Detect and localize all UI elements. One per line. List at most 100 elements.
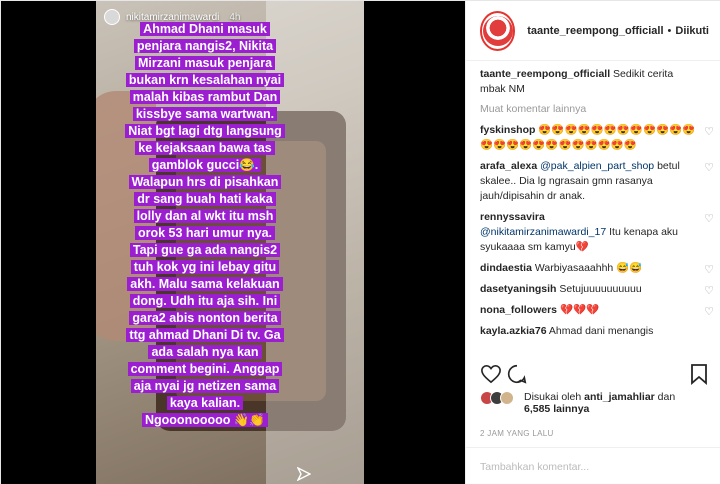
comment-item: dasetyaningsih Setujuuuuuuuuuu ♡ xyxy=(480,282,714,297)
comment-item: rennyssavira @nikitamirzanimawardi_17 It… xyxy=(480,210,714,255)
caption-line: aja nyai jg netizen sama xyxy=(101,378,309,395)
account-logo xyxy=(482,15,513,46)
comment-item: fyskinshop 😍😍😍😍😍😍😍😍😍😍😍😍😍😍😍😍😍😍😍😍😍😍😍😍 ♡ xyxy=(480,123,714,153)
comment-like-icon[interactable]: ♡ xyxy=(704,263,714,278)
comment-text: Ahmad dani menangis xyxy=(548,325,654,337)
caption-line-text: aja nyai jg netizen sama xyxy=(130,379,280,393)
caption-line-text: kaya kalian. xyxy=(166,396,244,410)
caption-line-text: Ngooonooooo 👋👏 xyxy=(142,413,268,427)
story-caption: Ahmad Dhani masuk penjara nangis2, Nikita… xyxy=(101,21,309,429)
comment-username[interactable]: nona_followers xyxy=(480,304,557,316)
caption-line-text: ttg ahmad Dhani Di tv. Ga xyxy=(126,328,284,342)
caption-line: Ngooonooooo 👋👏 xyxy=(101,412,309,429)
add-comment-bar[interactable]: Tambahkan komentar... xyxy=(466,447,720,484)
likes-summary: Disukai oleh anti_jamahliar dan 6,585 la… xyxy=(480,391,714,415)
caption-line-text: Ahmad Dhani masuk xyxy=(140,22,270,36)
comment-like-icon[interactable]: ♡ xyxy=(704,284,714,299)
caption-line-text: bukan krn kesalahan nyai xyxy=(125,73,285,87)
post-header: taante_reempong_officiall • Diikuti xyxy=(466,1,720,61)
caption-line: dr sang buah hati kaka xyxy=(101,191,309,208)
comments-list: taante_reempong_officiall Sedikit cerita… xyxy=(480,67,714,353)
comment-username[interactable]: arafa_alexa xyxy=(480,160,537,172)
post-panel: taante_reempong_officiall • Diikuti taan… xyxy=(465,1,720,484)
comment-text: Setujuuuuuuuuuu xyxy=(559,283,642,295)
post-media[interactable]: nikitamirzanimawardi 4h Ahmad Dhani masu… xyxy=(1,1,465,484)
likes-count[interactable]: 6,585 lainnya xyxy=(524,403,589,415)
caption-line-text: comment begini. Anggap xyxy=(127,362,283,376)
comment-username[interactable]: fyskinshop xyxy=(480,124,535,136)
caption-line-text: lolly dan al wkt itu msh xyxy=(133,209,277,223)
heart-outline-icon[interactable] xyxy=(478,361,504,387)
likes-prefix: Disukai oleh xyxy=(524,391,582,403)
comment-mention[interactable]: @nikitamirzanimawardi_17 xyxy=(480,226,606,238)
post-timestamp: 2 JAM YANG LALU xyxy=(480,429,554,438)
caption-line-text: tuh kok yg ini lebay gitu xyxy=(130,260,280,274)
caption-line-text: Walapun hrs di pisahkan xyxy=(128,175,282,189)
liker-avatar xyxy=(500,391,514,405)
comment-bubble-icon[interactable] xyxy=(504,361,530,387)
caption-line-text: Tapi gue ga ada nangis2 xyxy=(129,243,281,257)
caption-line-text: dong. Udh itu aja sih. Ini xyxy=(129,294,281,308)
comment-username[interactable]: kayla.azkia76 xyxy=(480,325,547,337)
add-comment-input[interactable]: Tambahkan komentar... xyxy=(480,461,589,473)
comment-like-icon[interactable]: ♡ xyxy=(704,212,714,227)
load-more-comments[interactable]: Muat komentar lainnya xyxy=(480,103,714,115)
comment-mention[interactable]: @pak_alpien_part_shop xyxy=(540,160,654,172)
comment-like-icon[interactable]: ♡ xyxy=(704,305,714,320)
caption-line: ke kejaksaan bawa tas xyxy=(101,140,309,157)
comment-username[interactable]: rennyssavira xyxy=(480,211,545,223)
comment-like-icon[interactable]: ♡ xyxy=(704,125,714,140)
caption-line: Niat bgt lagi dtg langsung xyxy=(101,123,309,140)
caption-line: Ahmad Dhani masuk xyxy=(101,21,309,38)
follow-status-button[interactable]: Diikuti xyxy=(675,25,709,37)
caption-line: ada salah nya kan xyxy=(101,344,309,361)
bookmark-icon[interactable] xyxy=(686,361,712,387)
caption-line: bukan krn kesalahan nyai xyxy=(101,72,309,89)
comment-item: dindaestia Warbiyasaaahhh 😅😅 ♡ xyxy=(480,261,714,276)
likes-joiner: dan xyxy=(657,391,676,403)
account-avatar[interactable] xyxy=(480,10,516,51)
liker-avatars[interactable] xyxy=(480,391,514,405)
comment-like-icon[interactable]: ♡ xyxy=(704,161,714,176)
caption-line-text: dr sang buah hati kaka xyxy=(134,192,276,206)
caption-line: lolly dan al wkt itu msh xyxy=(101,208,309,225)
likes-user[interactable]: anti_jamahliar xyxy=(584,391,655,403)
caption-line: ttg ahmad Dhani Di tv. Ga xyxy=(101,327,309,344)
account-username[interactable]: taante_reempong_officiall xyxy=(527,25,663,37)
caption-username[interactable]: taante_reempong_officiall xyxy=(480,68,610,80)
caption-line-text: ada salah nya kan xyxy=(148,345,262,359)
caption-line-text: gamblok gucci😂. xyxy=(148,158,262,172)
caption-line: penjara nangis2, Nikita xyxy=(101,38,309,55)
caption-line-text: akh. Malu sama kelakuan xyxy=(127,277,283,291)
caption-line: Mirzani masuk penjara xyxy=(101,55,309,72)
caption-line: kissbye sama wartwan. xyxy=(101,106,309,123)
comment-item: nona_followers 💔💔💔 ♡ xyxy=(480,303,714,318)
comment-item: arafa_alexa @pak_alpien_part_shop betul … xyxy=(480,159,714,204)
caption-line: gamblok gucci😂. xyxy=(101,157,309,174)
caption-line-text: ke kejaksaan bawa tas xyxy=(135,141,275,155)
send-icon[interactable] xyxy=(296,466,312,482)
caption-line: akh. Malu sama kelakuan xyxy=(101,276,309,293)
caption-line-text: gara2 abis nonton berita xyxy=(129,311,281,325)
caption-line-text: orok 53 hari umur nya. xyxy=(134,226,276,240)
caption-line-text: kissbye sama wartwan. xyxy=(132,107,278,121)
instagram-post-view: nikitamirzanimawardi 4h Ahmad Dhani masu… xyxy=(0,0,720,484)
caption-line: kaya kalian. xyxy=(101,395,309,412)
caption-line: Tapi gue ga ada nangis2 xyxy=(101,242,309,259)
post-actions xyxy=(478,361,712,387)
comment-item: kayla.azkia76 Ahmad dani menangis xyxy=(480,324,714,339)
caption-line-text: Mirzani masuk penjara xyxy=(134,56,276,70)
post-caption: taante_reempong_officiall Sedikit cerita… xyxy=(480,67,714,97)
caption-line-text: penjara nangis2, Nikita xyxy=(133,39,277,53)
caption-line: Walapun hrs di pisahkan xyxy=(101,174,309,191)
comment-text: Warbiyasaaahhh 😅😅 xyxy=(534,262,643,274)
caption-line: dong. Udh itu aja sih. Ini xyxy=(101,293,309,310)
caption-line: gara2 abis nonton berita xyxy=(101,310,309,327)
caption-line-text: malah kibas rambut Dan xyxy=(129,90,281,104)
comment-text: 💔💔💔 xyxy=(559,304,600,316)
comment-username[interactable]: dasetyaningsih xyxy=(480,283,556,295)
caption-line: tuh kok yg ini lebay gitu xyxy=(101,259,309,276)
caption-line: comment begini. Anggap xyxy=(101,361,309,378)
caption-line: malah kibas rambut Dan xyxy=(101,89,309,106)
comment-username[interactable]: dindaestia xyxy=(480,262,532,274)
